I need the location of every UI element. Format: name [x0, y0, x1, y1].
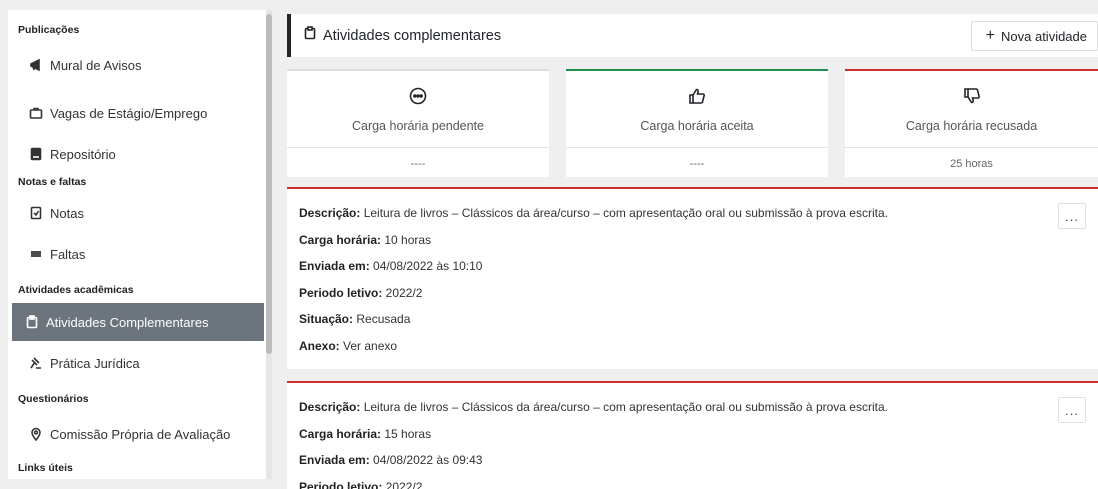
- activity-hours: Carga horária: 10 horas: [299, 232, 432, 247]
- activity-status: Situação: Recusada: [299, 312, 411, 326]
- activity-description: Descrição: Leitura de livros – Clássicos…: [299, 206, 888, 220]
- more-options-button[interactable]: ...: [1058, 203, 1086, 229]
- thumbs-down-icon: [845, 87, 1098, 105]
- sidebar-heading-questionarios: Questionários: [18, 393, 89, 405]
- stat-card-accepted: Carga horária aceita ----: [566, 69, 828, 177]
- stat-value: 25 horas: [845, 147, 1098, 179]
- activity-hours: Carga horária: 15 horas: [299, 426, 432, 441]
- sidebar-item-atividades-complementares[interactable]: Atividades Complementares: [12, 303, 264, 341]
- activity-card: ... Descrição: Leitura de livros – Cláss…: [287, 381, 1098, 489]
- new-activity-button[interactable]: + Nova atividade: [970, 21, 1098, 51]
- sidebar-heading-atividades-academicas: Atividades acadêmicas: [18, 284, 134, 296]
- stat-card-refused: Carga horária recusada 25 horas: [845, 69, 1098, 177]
- sidebar-item-label: Notas: [50, 205, 84, 221]
- sidebar-item-repositorio[interactable]: Repositório: [8, 135, 266, 173]
- sidebar: Publicações Mural de Avisos Vagas de Est…: [8, 10, 272, 479]
- clipboard-icon: [24, 314, 40, 330]
- more-options-button[interactable]: ...: [1058, 397, 1086, 423]
- activity-period: Periodo letivo: 2022/2: [299, 285, 423, 300]
- sidebar-item-label: Vagas de Estágio/Emprego: [50, 105, 208, 121]
- page-header: Atividades complementares + Nova ativida…: [287, 14, 1098, 57]
- gavel-icon: [28, 355, 44, 371]
- sidebar-item-label: Faltas: [50, 246, 86, 262]
- sidebar-item-label: Prática Jurídica: [50, 355, 140, 371]
- activity-sent-at: Enviada em: 04/08/2022 às 10:10: [299, 259, 483, 273]
- thumbs-up-icon: [566, 87, 828, 105]
- new-activity-label: Nova atividade: [1001, 28, 1087, 44]
- sidebar-item-label: Mural de Avisos: [50, 57, 142, 73]
- sidebar-heading-notas-e-faltas: Notas e faltas: [18, 176, 87, 188]
- stat-card-pending: Carga horária pendente ----: [287, 69, 549, 177]
- sidebar-heading-links-uteis: Links úteis: [18, 462, 73, 474]
- sidebar-item-label: Atividades Complementares: [46, 314, 209, 330]
- grade-icon: [28, 205, 44, 221]
- stat-label: Carga horária recusada: [905, 119, 1038, 133]
- briefcase-icon: [28, 105, 44, 121]
- sidebar-item-pratica-juridica[interactable]: Prática Jurídica: [8, 344, 266, 382]
- stat-label: Carga horária pendente: [351, 119, 485, 133]
- sidebar-item-notas[interactable]: Notas: [8, 194, 266, 232]
- activity-card: ... Descrição: Leitura de livros – Cláss…: [287, 187, 1098, 369]
- stat-label: Carga horária aceita: [640, 119, 754, 133]
- view-attachment-link[interactable]: Ver anexo: [340, 339, 397, 353]
- sidebar-item-mural-de-avisos[interactable]: Mural de Avisos: [8, 46, 266, 84]
- sidebar-heading-publicacoes: Publicações: [18, 24, 80, 36]
- sidebar-scroll-thumb[interactable]: [266, 14, 272, 354]
- ellipsis-circle-icon: [287, 87, 549, 105]
- sidebar-item-comissao-propria[interactable]: Comissão Própria de Avaliação: [8, 415, 266, 453]
- plus-icon: +: [985, 27, 995, 44]
- sidebar-item-label: Comissão Própria de Avaliação: [50, 426, 231, 442]
- location-icon: [28, 426, 44, 442]
- stat-value: ----: [287, 147, 549, 179]
- sidebar-item-label: Repositório: [50, 146, 116, 162]
- activity-period: Periodo letivo: 2022/2: [299, 479, 423, 489]
- absence-icon: [28, 246, 44, 262]
- sidebar-scrollbar[interactable]: [266, 10, 272, 479]
- stat-value: ----: [566, 147, 828, 179]
- megaphone-icon: [28, 57, 44, 73]
- book-icon: [28, 146, 44, 162]
- activity-attachment: Anexo: Ver anexo: [299, 338, 398, 353]
- activity-description: Descrição: Leitura de livros – Clássicos…: [299, 400, 888, 414]
- sidebar-item-faltas[interactable]: Faltas: [8, 235, 266, 273]
- sidebar-item-vagas[interactable]: Vagas de Estágio/Emprego: [8, 94, 266, 132]
- clipboard-icon: [303, 26, 317, 45]
- page-title: Atividades complementares: [323, 27, 502, 44]
- activity-sent-at: Enviada em: 04/08/2022 às 09:43: [299, 453, 483, 467]
